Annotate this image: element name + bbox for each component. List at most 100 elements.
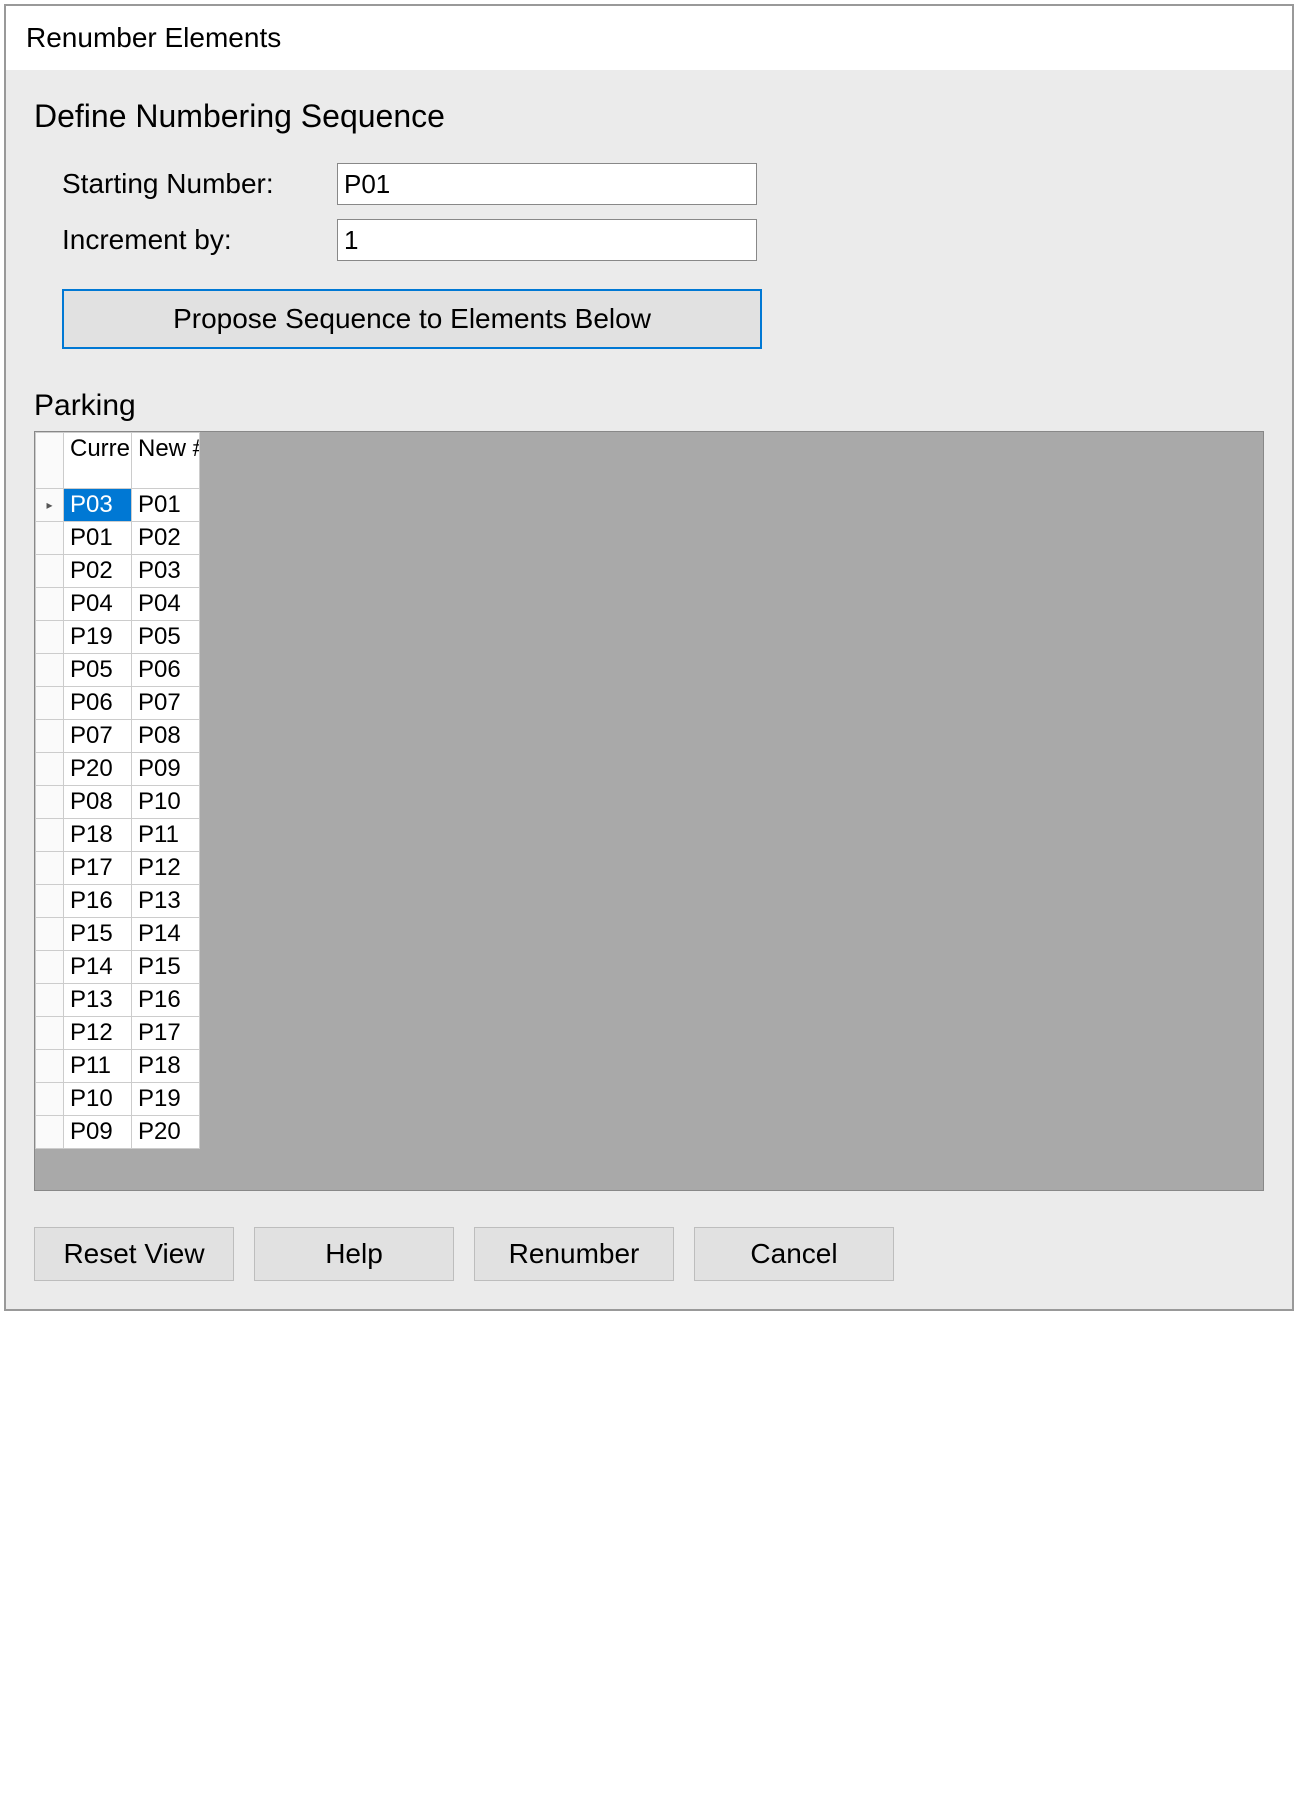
increment-input[interactable]	[337, 219, 757, 261]
cell-current[interactable]: P11	[64, 1050, 132, 1083]
cell-current[interactable]: P19	[64, 621, 132, 654]
row-header[interactable]	[36, 1083, 64, 1116]
cell-new[interactable]: P08	[132, 720, 200, 753]
table-row[interactable]: P04P04	[36, 588, 200, 621]
cell-new[interactable]: P16	[132, 984, 200, 1017]
cell-new[interactable]: P17	[132, 1017, 200, 1050]
cell-current[interactable]: P13	[64, 984, 132, 1017]
starting-number-input[interactable]	[337, 163, 757, 205]
row-header[interactable]	[36, 720, 64, 753]
cell-current[interactable]: P08	[64, 786, 132, 819]
cell-new[interactable]: P10	[132, 786, 200, 819]
cell-new[interactable]: P18	[132, 1050, 200, 1083]
row-header[interactable]	[36, 819, 64, 852]
cell-current[interactable]: P15	[64, 918, 132, 951]
reset-view-button[interactable]: Reset View	[34, 1227, 234, 1281]
row-header[interactable]	[36, 522, 64, 555]
cell-current[interactable]: P18	[64, 819, 132, 852]
row-header[interactable]	[36, 621, 64, 654]
row-header[interactable]	[36, 951, 64, 984]
grid-header-row: Current # New #	[36, 433, 200, 489]
column-header-new[interactable]: New #	[132, 433, 200, 489]
cell-new[interactable]: P02	[132, 522, 200, 555]
cell-new[interactable]: P19	[132, 1083, 200, 1116]
table-row[interactable]: P10P19	[36, 1083, 200, 1116]
row-header[interactable]	[36, 687, 64, 720]
cell-current[interactable]: P05	[64, 654, 132, 687]
row-header[interactable]	[36, 555, 64, 588]
cell-new[interactable]: P13	[132, 885, 200, 918]
row-header[interactable]	[36, 885, 64, 918]
cell-current[interactable]: P09	[64, 1116, 132, 1149]
row-header[interactable]	[36, 984, 64, 1017]
table-row[interactable]: P20P09	[36, 753, 200, 786]
table-row[interactable]: P17P12	[36, 852, 200, 885]
row-header[interactable]: ▸	[36, 489, 64, 522]
cell-new[interactable]: P12	[132, 852, 200, 885]
cell-current[interactable]: P02	[64, 555, 132, 588]
table-row[interactable]: P19P05	[36, 621, 200, 654]
row-header[interactable]	[36, 1050, 64, 1083]
renumber-button[interactable]: Renumber	[474, 1227, 674, 1281]
cell-new[interactable]: P01	[132, 489, 200, 522]
cell-current[interactable]: P03	[64, 489, 132, 522]
row-header[interactable]	[36, 654, 64, 687]
cell-new[interactable]: P06	[132, 654, 200, 687]
cell-new[interactable]: P07	[132, 687, 200, 720]
table-row[interactable]: P11P18	[36, 1050, 200, 1083]
table-row[interactable]: P15P14	[36, 918, 200, 951]
starting-number-row: Starting Number:	[34, 163, 1264, 205]
row-header[interactable]	[36, 852, 64, 885]
starting-number-label: Starting Number:	[62, 168, 337, 200]
table-heading: Parking	[34, 389, 1264, 423]
table-row[interactable]: P09P20	[36, 1116, 200, 1149]
grid-corner-cell	[36, 433, 64, 489]
cell-new[interactable]: P04	[132, 588, 200, 621]
table-row[interactable]: P05P06	[36, 654, 200, 687]
row-header[interactable]	[36, 786, 64, 819]
dialog-body: Define Numbering Sequence Starting Numbe…	[6, 70, 1292, 1309]
table-row[interactable]: P13P16	[36, 984, 200, 1017]
table-row[interactable]: P08P10	[36, 786, 200, 819]
cancel-button[interactable]: Cancel	[694, 1227, 894, 1281]
cell-current[interactable]: P14	[64, 951, 132, 984]
cell-current[interactable]: P10	[64, 1083, 132, 1116]
table-row[interactable]: P01P02	[36, 522, 200, 555]
cell-current[interactable]: P12	[64, 1017, 132, 1050]
cell-current[interactable]: P20	[64, 753, 132, 786]
cell-new[interactable]: P05	[132, 621, 200, 654]
row-header[interactable]	[36, 753, 64, 786]
propose-sequence-button[interactable]: Propose Sequence to Elements Below	[62, 289, 762, 349]
cell-current[interactable]: P04	[64, 588, 132, 621]
table-row[interactable]: P07P08	[36, 720, 200, 753]
dialog-window: Renumber Elements Define Numbering Seque…	[4, 4, 1294, 1311]
cell-new[interactable]: P03	[132, 555, 200, 588]
cell-new[interactable]: P11	[132, 819, 200, 852]
cell-new[interactable]: P20	[132, 1116, 200, 1149]
row-header[interactable]	[36, 918, 64, 951]
cell-new[interactable]: P15	[132, 951, 200, 984]
row-header[interactable]	[36, 588, 64, 621]
table-row[interactable]: P02P03	[36, 555, 200, 588]
cell-current[interactable]: P01	[64, 522, 132, 555]
cell-current[interactable]: P17	[64, 852, 132, 885]
cell-current[interactable]: P06	[64, 687, 132, 720]
window-title: Renumber Elements	[6, 6, 1292, 70]
cell-current[interactable]: P16	[64, 885, 132, 918]
column-header-current[interactable]: Current #	[64, 433, 132, 489]
table-row[interactable]: P18P11	[36, 819, 200, 852]
table-row[interactable]: P12P17	[36, 1017, 200, 1050]
table-row[interactable]: P14P15	[36, 951, 200, 984]
renumber-grid[interactable]: Current # New # ▸P03P01P01P02P02P03P04P0…	[35, 432, 200, 1149]
section-heading: Define Numbering Sequence	[34, 98, 1264, 135]
table-row[interactable]: P16P13	[36, 885, 200, 918]
increment-label: Increment by:	[62, 224, 337, 256]
cell-new[interactable]: P14	[132, 918, 200, 951]
row-header[interactable]	[36, 1116, 64, 1149]
cell-current[interactable]: P07	[64, 720, 132, 753]
table-row[interactable]: ▸P03P01	[36, 489, 200, 522]
table-row[interactable]: P06P07	[36, 687, 200, 720]
cell-new[interactable]: P09	[132, 753, 200, 786]
row-header[interactable]	[36, 1017, 64, 1050]
help-button[interactable]: Help	[254, 1227, 454, 1281]
